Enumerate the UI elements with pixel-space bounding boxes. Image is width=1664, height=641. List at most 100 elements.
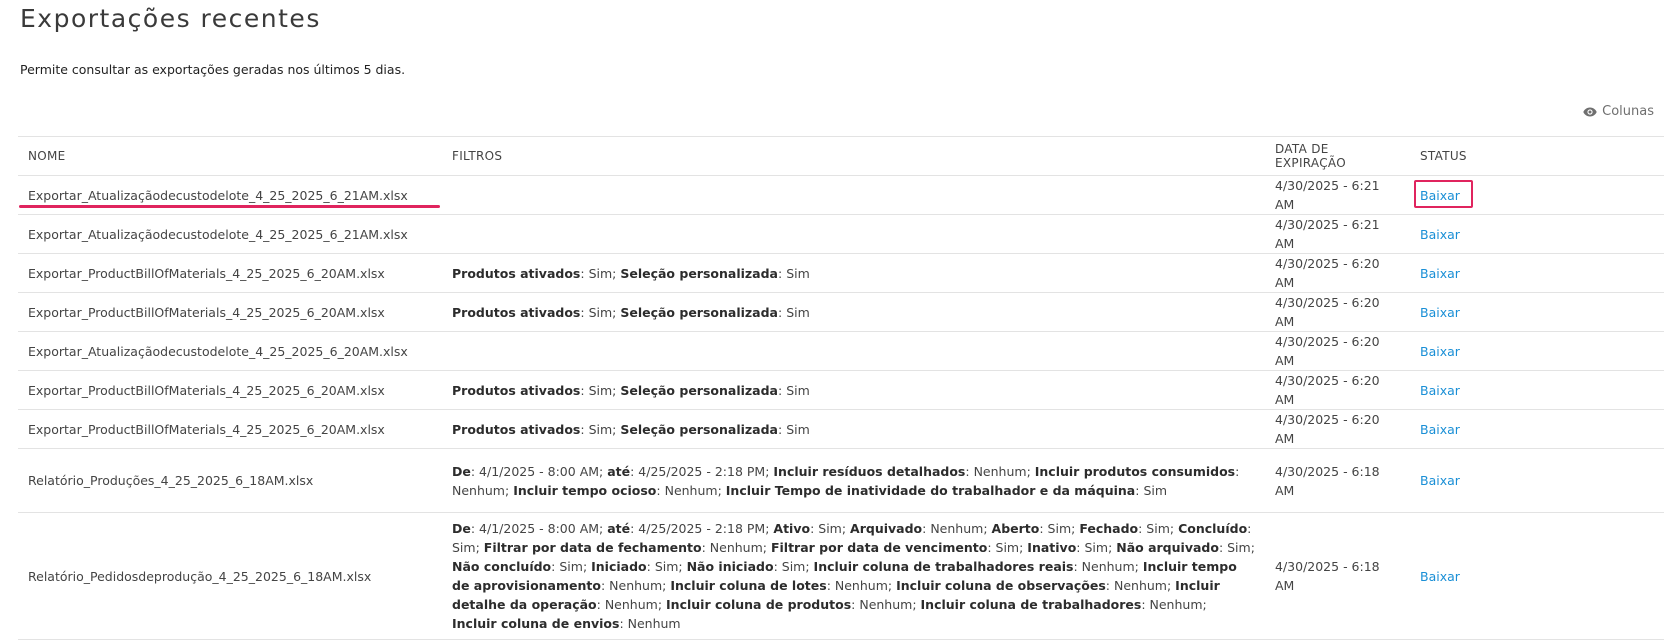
filter-value: Sim xyxy=(1227,540,1251,555)
filters-cell: Produtos ativados: Sim; Seleção personal… xyxy=(442,253,1265,293)
expiration-date: 4/30/2025 - 6:20 AM xyxy=(1265,331,1410,371)
table-row: Exportar_Atualizaçãodecustodelote_4_25_2… xyxy=(18,214,1664,254)
filter-value: Sim xyxy=(588,304,613,320)
filter-value: 4/25/2025 - 2:18 PM xyxy=(638,463,766,479)
status-cell: Baixar xyxy=(1410,292,1664,332)
status-cell: Baixar xyxy=(1410,214,1664,254)
filter-value: Sim xyxy=(1047,521,1072,536)
download-link[interactable]: Baixar xyxy=(1420,305,1460,320)
filter-key: Produtos ativados xyxy=(452,382,581,398)
filter-value: Sim xyxy=(1146,521,1170,536)
table-row: Exportar_ProductBillOfMaterials_4_25_202… xyxy=(18,253,1664,293)
file-name: Exportar_ProductBillOfMaterials_4_25_202… xyxy=(18,370,442,410)
download-link[interactable]: Baixar xyxy=(1420,188,1460,203)
filter-value: 4/1/2025 - 8:00 AM xyxy=(479,463,600,479)
filter-value: Sim xyxy=(786,421,810,437)
filter-value: Nenhum xyxy=(834,578,888,593)
filter-value: Nenhum xyxy=(1081,559,1135,574)
filter-value: Nenhum xyxy=(664,482,718,498)
filter-value: Nenhum xyxy=(973,463,1027,479)
filter-key: De xyxy=(452,521,471,536)
filter-value: Nenhum xyxy=(609,578,663,593)
status-cell: Baixar xyxy=(1410,175,1664,215)
filter-key: Seleção personalizada xyxy=(620,265,778,281)
filter-key: Incluir resíduos detalhados xyxy=(773,463,966,479)
filter-key: De xyxy=(452,463,471,479)
download-link[interactable]: Baixar xyxy=(1420,344,1460,359)
status-cell: Baixar xyxy=(1410,448,1664,513)
header-name[interactable]: NOME xyxy=(18,136,442,176)
filter-value: Sim xyxy=(818,521,842,536)
download-link[interactable]: Baixar xyxy=(1420,266,1460,281)
filter-value: Nenhum xyxy=(604,597,658,612)
status-cell: Baixar xyxy=(1410,409,1664,449)
file-name: Exportar_Atualizaçãodecustodelote_4_25_2… xyxy=(18,214,442,254)
page-title: Exportações recentes xyxy=(20,4,321,33)
download-link[interactable]: Baixar xyxy=(1420,569,1460,584)
filter-key: Incluir coluna de envios xyxy=(452,616,620,631)
eye-icon xyxy=(1583,107,1597,117)
expiration-date: 4/30/2025 - 6:20 AM xyxy=(1265,409,1410,449)
expiration-date: 4/30/2025 - 6:18 AM xyxy=(1265,448,1410,513)
filter-key: Incluir coluna de trabalhadores reais xyxy=(813,559,1074,574)
filter-value: Sim xyxy=(654,559,679,574)
filter-key: Aberto xyxy=(991,521,1040,536)
filter-value: Sim xyxy=(786,265,810,281)
filter-value: Sim xyxy=(559,559,583,574)
filter-key: Incluir Tempo de inatividade do trabalha… xyxy=(725,482,1136,498)
download-link[interactable]: Baixar xyxy=(1420,473,1460,488)
filters-cell: De: 4/1/2025 - 8:00 AM; até: 4/25/2025 -… xyxy=(442,512,1265,640)
filter-key: Ativo xyxy=(773,521,811,536)
filters-cell: Produtos ativados: Sim; Seleção personal… xyxy=(442,292,1265,332)
exports-page: Exportações recentes Permite consultar a… xyxy=(0,0,1664,641)
table-row: Exportar_Atualizaçãodecustodelote_4_25_2… xyxy=(18,331,1664,371)
header-expiration[interactable]: DATA DE EXPIRAÇÃO xyxy=(1265,136,1410,176)
filter-value: Nenhum xyxy=(930,521,984,536)
filter-key: Incluir coluna de observações xyxy=(896,578,1106,593)
filter-key: Filtrar por data de vencimento xyxy=(770,540,988,555)
table-row: Relatório_Produções_4_25_2025_6_18AM.xls… xyxy=(18,448,1664,513)
columns-button[interactable]: Colunas xyxy=(1583,104,1654,119)
filter-key: Incluir produtos consumidos xyxy=(1034,463,1236,479)
expiration-date: 4/30/2025 - 6:18 AM xyxy=(1265,512,1410,640)
expiration-date: 4/30/2025 - 6:21 AM xyxy=(1265,214,1410,254)
filter-key: Produtos ativados xyxy=(452,304,581,320)
filter-key: Fechado xyxy=(1079,521,1139,536)
page-description: Permite consultar as exportações geradas… xyxy=(20,62,406,77)
table-row: Exportar_ProductBillOfMaterials_4_25_202… xyxy=(18,409,1664,449)
name-underline-annotation xyxy=(19,205,440,208)
status-cell: Baixar xyxy=(1410,331,1664,371)
filter-key: Produtos ativados xyxy=(452,265,581,281)
filter-value: Sim xyxy=(588,421,613,437)
filter-key: Incluir coluna de produtos xyxy=(666,597,852,612)
header-filters[interactable]: FILTROS xyxy=(442,136,1265,176)
download-link[interactable]: Baixar xyxy=(1420,227,1460,242)
file-name: Relatório_Produções_4_25_2025_6_18AM.xls… xyxy=(18,448,442,513)
filter-key: Seleção personalizada xyxy=(620,382,778,398)
filter-value: Sim xyxy=(588,382,613,398)
file-name: Exportar_ProductBillOfMaterials_4_25_202… xyxy=(18,253,442,293)
filters-cell xyxy=(442,214,1265,254)
filter-key: Não iniciado xyxy=(686,559,774,574)
filter-key: Incluir coluna de lotes xyxy=(670,578,827,593)
filter-key: Seleção personalizada xyxy=(620,421,778,437)
download-link[interactable]: Baixar xyxy=(1420,422,1460,437)
filter-value: Nenhum xyxy=(1113,578,1167,593)
download-link[interactable]: Baixar xyxy=(1420,383,1460,398)
filter-key: até xyxy=(607,463,631,479)
filters-cell xyxy=(442,331,1265,371)
filter-key: Iniciado xyxy=(591,559,647,574)
filter-key: Incluir tempo ocioso xyxy=(513,482,657,498)
filter-key: Não arquivado xyxy=(1116,540,1219,555)
filter-key: Incluir coluna de trabalhadores xyxy=(920,597,1142,612)
filter-value: Sim xyxy=(588,265,613,281)
expiration-date: 4/30/2025 - 6:20 AM xyxy=(1265,292,1410,332)
filters-cell xyxy=(442,175,1265,215)
filter-key: Concluído xyxy=(1178,521,1248,536)
filter-key: Arquivado xyxy=(850,521,923,536)
table-row: Exportar_ProductBillOfMaterials_4_25_202… xyxy=(18,370,1664,410)
header-status[interactable]: STATUS xyxy=(1410,136,1664,176)
filter-value: Nenhum xyxy=(1149,597,1203,612)
filter-key: Produtos ativados xyxy=(452,421,581,437)
status-cell: Baixar xyxy=(1410,370,1664,410)
